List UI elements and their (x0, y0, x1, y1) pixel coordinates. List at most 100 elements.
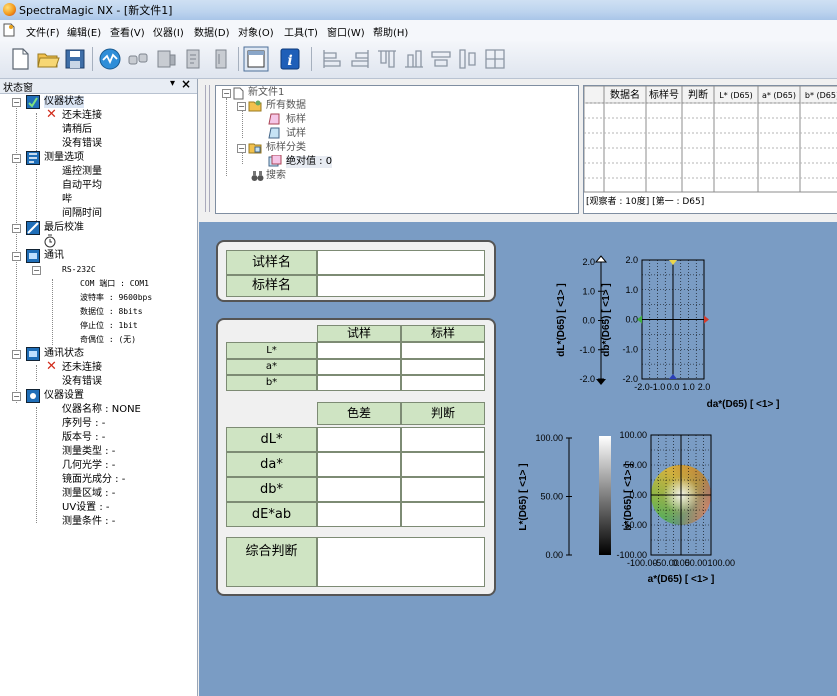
tree-uv-setting[interactable]: UV设置 : - (62, 502, 110, 514)
tree-standard[interactable]: 标样 (286, 114, 306, 126)
tree-parity[interactable]: 奇偶位 : (无) (80, 334, 136, 346)
menu-data[interactable]: 数据(D) (194, 24, 230, 39)
tree-auto-average[interactable]: 自动平均 (62, 180, 102, 192)
tree-remote-measure[interactable]: 遥控测量 (62, 166, 102, 178)
ab-x-tick-label: 100.00 (707, 558, 735, 568)
chart-area: 2.01.00.0-1.0-2.0dL*(D65) [ <1> ]2.01.00… (518, 255, 779, 585)
row-de-label: dE*ab (226, 502, 317, 527)
collapse-toggle[interactable]: − (12, 392, 21, 401)
new-file-icon[interactable] (8, 47, 32, 71)
row-dl-label: dL* (226, 427, 317, 452)
menu-file[interactable]: 文件(F) (26, 24, 60, 39)
lightness-axis-title: L*(D65) [ <1> ] (518, 463, 529, 530)
tree-comm-connection-state[interactable]: 还未连接 (62, 362, 102, 374)
splitter-handle[interactable] (205, 85, 210, 212)
standard-name-field[interactable] (317, 275, 485, 297)
tree-measure-condition[interactable]: 测量条件 : - (62, 516, 115, 528)
b-sample-cell (317, 375, 401, 391)
align-right-icon[interactable] (348, 47, 372, 71)
collapse-toggle[interactable]: − (237, 102, 246, 111)
layout-icon[interactable] (243, 46, 269, 72)
not-connected-icon: ✕ (46, 359, 57, 374)
file-root[interactable]: 新文件1 (248, 87, 284, 99)
dl-judge-cell (401, 427, 485, 452)
tree-area[interactable]: 测量区域 : - (62, 488, 115, 500)
tree-interval[interactable]: 间隔时间 (62, 208, 102, 220)
same-height-icon[interactable] (456, 47, 480, 71)
center-icon[interactable] (483, 47, 507, 71)
tree-port-type[interactable]: RS-232C (62, 264, 96, 276)
dl-tick-label: 1.0 (582, 286, 595, 296)
tree-search[interactable]: 搜索 (266, 170, 286, 182)
collapse-toggle[interactable]: − (12, 350, 21, 359)
de-diff-cell (317, 502, 401, 527)
collapse-toggle[interactable]: − (12, 98, 21, 107)
target-icon[interactable] (209, 47, 233, 71)
tree-instrument-name[interactable]: 仪器名称 : NONE (62, 404, 141, 416)
tree-communication[interactable]: 通讯 (44, 250, 64, 262)
menu-help[interactable]: 帮助(H) (373, 24, 408, 39)
tree-geometry[interactable]: 几何光学 : - (62, 460, 115, 472)
toolbar-separator (92, 47, 93, 71)
save-icon[interactable] (63, 47, 87, 71)
menu-object[interactable]: 对象(O) (238, 24, 274, 39)
tree-absolute-value[interactable]: 绝对值 : 0 (286, 156, 333, 168)
open-folder-icon[interactable] (36, 47, 60, 71)
info-icon[interactable]: i (278, 47, 302, 71)
collapse-toggle[interactable]: − (222, 89, 231, 98)
menu-edit[interactable]: 编辑(E) (67, 24, 101, 39)
measure-icon[interactable] (98, 47, 122, 71)
tree-calibration-state[interactable]: 请稍后 (62, 124, 92, 136)
tree-data-bits[interactable]: 数据位 : 8bits (80, 306, 143, 318)
collapse-toggle[interactable]: − (32, 266, 41, 275)
row-a-label: a* (226, 359, 317, 375)
toolbar-separator (238, 47, 239, 71)
tree-all-data[interactable]: 所有数据 (266, 100, 306, 112)
tree-error-state[interactable]: 没有错误 (62, 138, 102, 150)
toolbar: i (0, 41, 837, 79)
sample-name-field[interactable] (317, 250, 485, 275)
panel-close-icon[interactable]: × (181, 77, 191, 91)
tree-measure-options[interactable]: 测量选项 (44, 152, 84, 164)
sample-icon (268, 127, 280, 139)
tree-version[interactable]: 版本号 : - (62, 432, 105, 444)
yellow-direction-marker (669, 260, 677, 265)
row-db-label: db* (226, 477, 317, 502)
panel-pin-icon[interactable]: ▾ (170, 78, 175, 89)
tree-last-calibration[interactable]: 最后校准 (44, 222, 84, 234)
tree-sample[interactable]: 试样 (286, 128, 306, 140)
collapse-toggle[interactable]: − (12, 224, 21, 233)
menu-tools[interactable]: 工具(T) (284, 24, 318, 39)
align-top-icon[interactable] (375, 47, 399, 71)
instrument-icon[interactable] (154, 47, 178, 71)
l-sample-cell (317, 342, 401, 359)
align-left-icon[interactable] (320, 47, 344, 71)
tree-connection-state[interactable]: 还未连接 (62, 110, 102, 122)
tree-stop-bits[interactable]: 停止位 : 1bit (80, 320, 138, 332)
collapse-toggle[interactable]: − (12, 252, 21, 261)
tree-instrument-settings[interactable]: 仪器设置 (44, 390, 84, 402)
collapse-toggle[interactable]: − (12, 154, 21, 163)
tree-baud-rate[interactable]: 波特率 : 9600bps (80, 292, 152, 304)
data-list-footer: [观察者 : 10度] [第一 : D65] (586, 197, 705, 207)
menu-view[interactable]: 查看(V) (110, 24, 145, 39)
tree-beep[interactable]: 哔 (62, 194, 72, 206)
calibrate-icon[interactable] (181, 47, 205, 71)
dl-axis-title: dL*(D65) [ <1> ] (556, 283, 567, 356)
tree-comm-error-state[interactable]: 没有错误 (62, 376, 102, 388)
tree-specular[interactable]: 镜面光成分 : - (62, 474, 125, 486)
tree-measure-type[interactable]: 测量类型 : - (62, 446, 115, 458)
tree-com-port[interactable]: COM 端口 : COM1 (80, 278, 149, 290)
collapse-toggle[interactable]: − (237, 144, 246, 153)
dadb-y-tick-label: -1.0 (622, 344, 638, 354)
same-width-icon[interactable] (429, 47, 453, 71)
tree-serial-number[interactable]: 序列号 : - (62, 418, 105, 430)
connect-icon[interactable] (126, 47, 150, 71)
category-icon (248, 143, 262, 154)
tree-standard-category[interactable]: 标样分类 (266, 142, 306, 154)
ab-x-tick-label: 50.00 (685, 558, 708, 568)
align-bottom-icon[interactable] (402, 47, 426, 71)
menu-instrument[interactable]: 仪器(I) (153, 24, 184, 39)
dadb-y-tick-label: 1.0 (625, 285, 638, 295)
menu-window[interactable]: 窗口(W) (327, 24, 365, 39)
